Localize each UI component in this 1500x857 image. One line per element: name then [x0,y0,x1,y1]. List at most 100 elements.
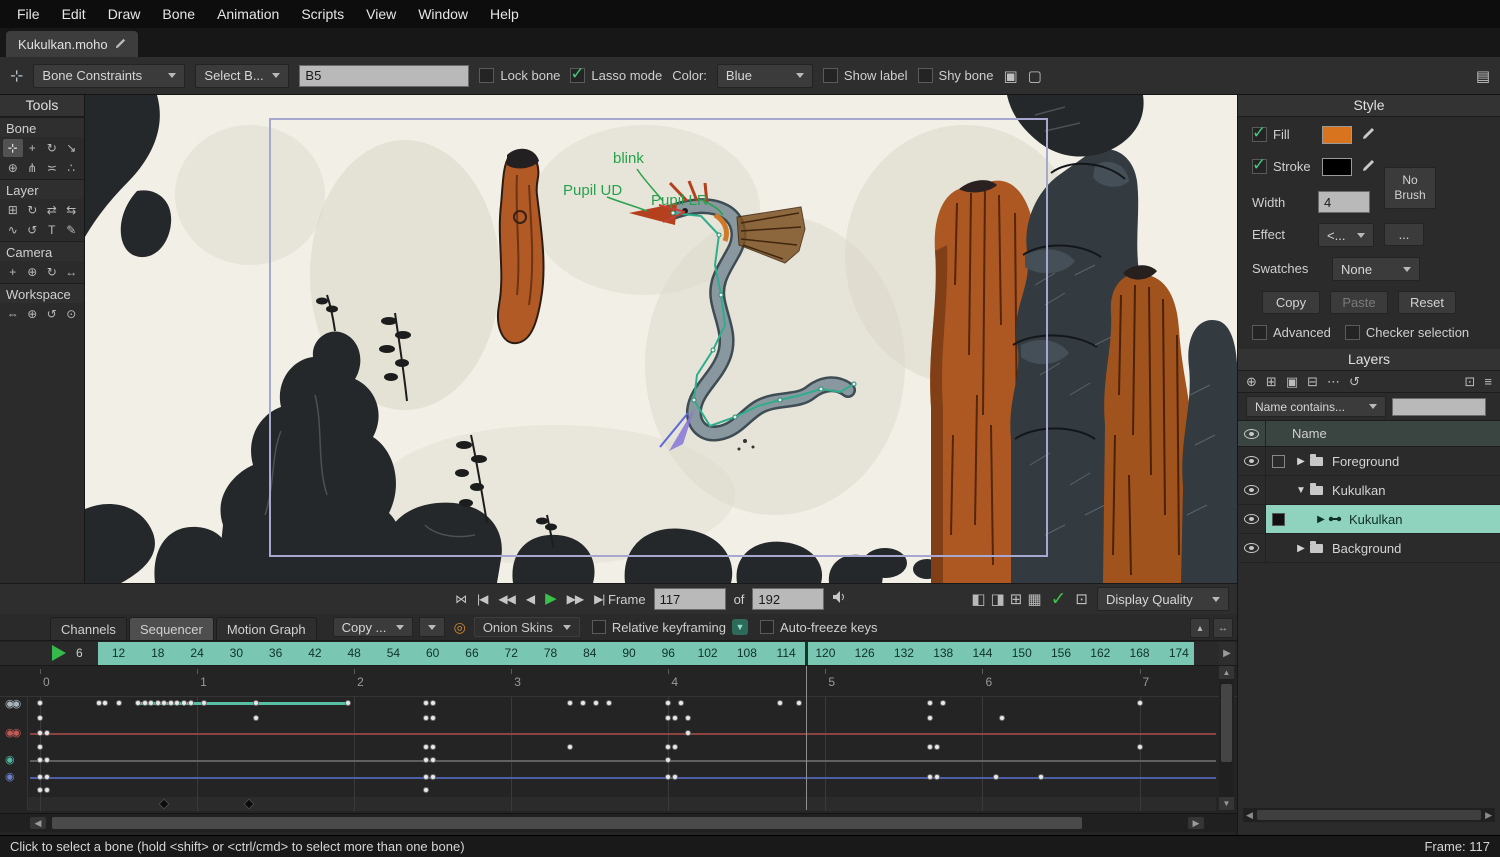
keyframe[interactable] [685,715,691,721]
layer-row[interactable]: ▶Background [1238,534,1500,563]
keyframe[interactable] [777,700,783,706]
keyframe[interactable] [672,774,678,780]
keyframe[interactable] [430,774,436,780]
keyframe[interactable] [44,774,50,780]
audio-icon[interactable] [832,590,848,609]
no-brush-button[interactable]: No Brush [1384,167,1436,209]
layer-color-swatch[interactable] [1272,513,1285,526]
keyframe[interactable] [135,700,141,706]
keyframe[interactable] [181,700,187,706]
layer-row[interactable]: ▼Kukulkan [1238,476,1500,505]
keyframe[interactable] [174,700,180,706]
keyframe[interactable] [102,700,108,706]
keyframe[interactable] [423,787,429,793]
layer-visibility-toggle[interactable] [1238,534,1266,562]
scroll-down-icon[interactable]: ▼ [1219,797,1234,810]
keyframe[interactable] [430,700,436,706]
menu-item-file[interactable]: File [6,0,51,28]
keyframe[interactable] [155,700,161,706]
timeline-hscrollbar[interactable]: ◀ ▶ [0,813,1237,832]
add-bone-tool-icon[interactable]: ⊕ [3,159,23,177]
shy-bone-checkbox[interactable]: Shy bone [918,68,994,83]
keyframe[interactable] [37,730,43,736]
library-icon[interactable]: ▤ [1476,67,1490,85]
keyframe[interactable] [142,700,148,706]
rotate-layer-tool-icon[interactable]: ↻ [23,201,43,219]
bone-name-input[interactable] [299,65,469,87]
layer-visibility-toggle[interactable] [1238,476,1266,504]
view-grid-icon[interactable]: ▦ [1027,590,1041,608]
keyframe[interactable] [927,774,933,780]
keyframe[interactable] [430,744,436,750]
keyframe[interactable] [1038,774,1044,780]
total-frames-input[interactable] [752,588,824,610]
keyframe[interactable] [37,774,43,780]
keyframe[interactable] [606,700,612,706]
keyframe[interactable] [37,744,43,750]
keyframe[interactable] [37,787,43,793]
rotate-workspace-tool-icon[interactable]: ↺ [42,305,62,323]
roll-camera-tool-icon[interactable]: ↻ [42,263,62,281]
pan-tilt-camera-tool-icon[interactable]: ↔ [62,263,82,281]
bind-layer-tool-icon[interactable]: ≍ [42,159,62,177]
layer-color-swatch[interactable] [1272,455,1285,468]
menu-item-animation[interactable]: Animation [206,0,290,28]
auto-freeze-checkbox[interactable]: Auto-freeze keys [760,620,878,635]
advanced-checkbox[interactable]: Advanced [1252,325,1331,340]
next-keyframe-icon[interactable]: ▶| [594,591,604,607]
keyframe[interactable] [567,744,573,750]
keyframe[interactable] [927,715,933,721]
fit-timeline-icon[interactable]: ↔ [1213,618,1233,638]
flip-layer-tool-icon[interactable]: ⇆ [62,201,82,219]
zoom-workspace-tool-icon[interactable]: ⊕ [23,305,43,323]
keyframe[interactable] [253,715,259,721]
duplicate-layer-icon[interactable]: ⊞ [1266,374,1277,390]
paste-style-button[interactable]: Paste [1330,291,1388,314]
show-label-checkbox[interactable]: Show label [823,68,908,83]
view-single-icon[interactable]: ◧ [971,590,985,608]
bone-color-dropdown[interactable]: Blue [717,64,813,88]
keyframe[interactable] [423,715,429,721]
enable-drawing-check-icon[interactable]: ✓ [1051,588,1067,611]
document-tab[interactable]: Kukulkan.moho [6,31,138,57]
keyframe[interactable] [168,700,174,706]
keyframe[interactable] [580,700,586,706]
orbit-workspace-tool-icon[interactable]: ⊙ [62,305,82,323]
scale-bone-tool-icon[interactable]: ↘ [62,139,82,157]
reparent-bone-tool-icon[interactable]: ⋔ [23,159,43,177]
collapse-groups-icon[interactable]: ≡ [1484,374,1492,390]
hide-controlled-bones-icon[interactable]: ▣ [1003,67,1017,85]
scroll-to-layer-icon[interactable]: ⊡ [1465,374,1476,390]
layer-visibility-toggle[interactable] [1238,505,1266,533]
keyframe[interactable] [37,700,43,706]
track-camera-tool-icon[interactable]: + [3,263,23,281]
scroll-left-icon[interactable]: ◀ [30,817,46,829]
menu-item-edit[interactable]: Edit [51,0,97,28]
keyframe[interactable] [423,744,429,750]
keyframe[interactable] [430,757,436,763]
layer-expand-toggle[interactable]: ▶ [1314,514,1328,525]
follow-path-tool-icon[interactable]: ∿ [3,221,23,239]
relative-keyframing-checkbox[interactable]: Relative keyframing [592,620,726,635]
select-bone-tool-icon[interactable]: ⊹ [3,139,23,157]
stereo-view-icon[interactable]: ⊡ [1075,590,1088,608]
layer-row[interactable]: ▶Kukulkan [1238,505,1500,534]
keyframe[interactable] [44,787,50,793]
keyframe[interactable] [423,774,429,780]
timeline-tab-motion-graph[interactable]: Motion Graph [216,617,317,640]
layer-filter-input[interactable] [1392,398,1486,416]
keyframe[interactable] [678,700,684,706]
zoom-camera-tool-icon[interactable]: ⊕ [23,263,43,281]
current-frame-marker[interactable] [806,666,807,810]
layer-row[interactable]: ▶Foreground [1238,447,1500,476]
swatches-dropdown[interactable]: None [1332,257,1420,281]
rotate-layer-z-tool-icon[interactable]: ↺ [23,221,43,239]
keyframe[interactable] [567,700,573,706]
eyedropper-tool-icon[interactable]: ✎ [62,221,82,239]
keyframe[interactable] [940,700,946,706]
fill-color-swatch[interactable] [1322,126,1352,144]
keyframe[interactable] [148,700,154,706]
shear-layer-tool-icon[interactable]: ⇄ [42,201,62,219]
keyframe[interactable] [796,700,802,706]
prev-frame-icon[interactable]: ◀ [526,591,534,607]
